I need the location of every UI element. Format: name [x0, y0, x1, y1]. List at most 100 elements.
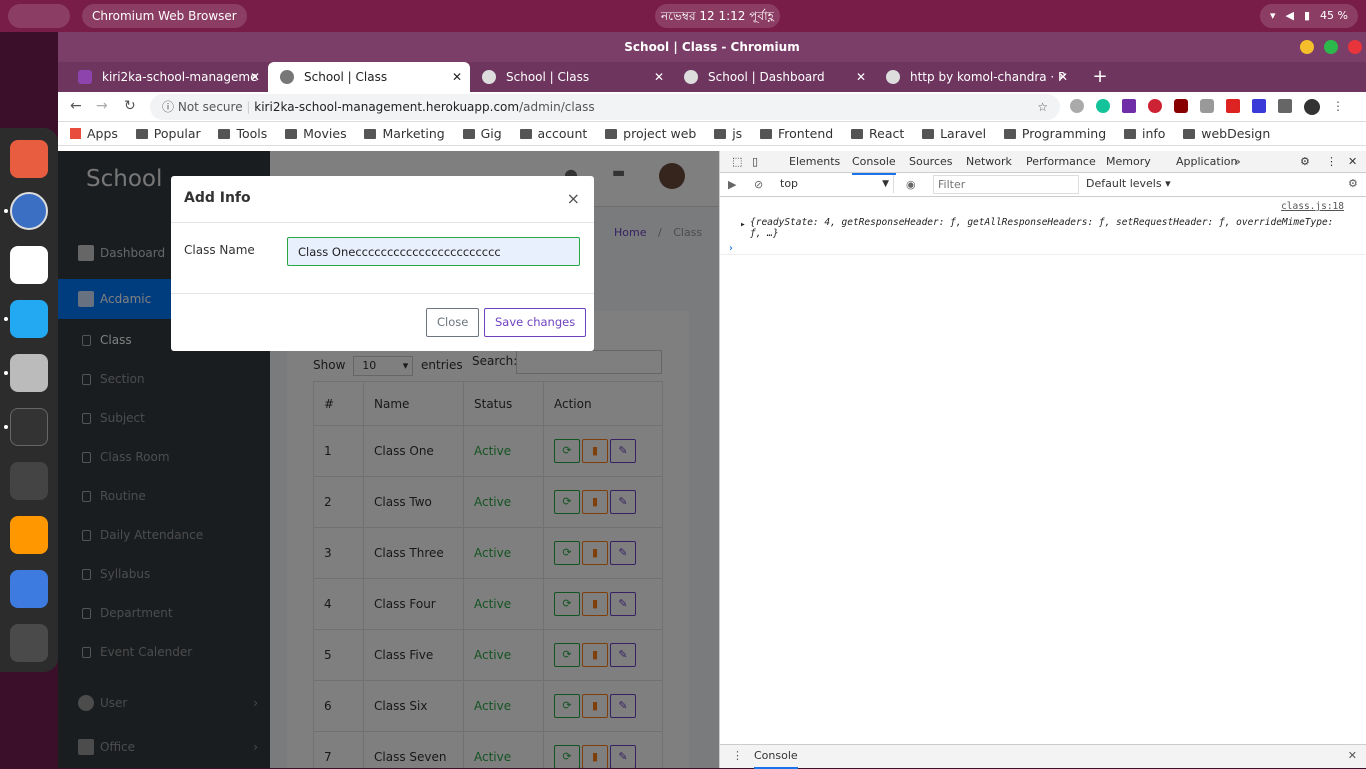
close-tab-icon[interactable]: ✕	[250, 62, 260, 92]
bookmark-folder[interactable]: Frontend	[760, 122, 833, 146]
browser-tab[interactable]: School | Class ✕	[470, 62, 672, 92]
tab-label: School | Class	[304, 70, 388, 84]
grammarly-icon[interactable]	[1096, 99, 1110, 113]
eyedropper-icon[interactable]	[1252, 99, 1266, 113]
tab-application[interactable]: Application	[1176, 151, 1237, 173]
tab-network[interactable]: Network	[966, 151, 1012, 173]
log-levels-dropdown[interactable]: Default levels ▾	[1086, 177, 1171, 190]
sublime-text-icon[interactable]	[10, 516, 48, 554]
forward-icon[interactable]: →	[96, 98, 108, 114]
tab-console[interactable]: Console	[852, 151, 896, 175]
bookmark-folder[interactable]: Laravel	[922, 122, 986, 146]
console-prompt-icon[interactable]: ›	[728, 243, 734, 254]
system-monitor-icon[interactable]	[10, 462, 48, 500]
app-grid-icon[interactable]	[10, 140, 48, 178]
console-toolbar: ▶ ⊘ top ▼ ◉ Default levels ▾ ⚙	[720, 173, 1366, 197]
clock[interactable]: নভেম্বর 12 1:12 পূর্বাহ্ণ	[655, 4, 780, 28]
bookmark-apps[interactable]: Apps	[70, 122, 118, 146]
bookmark-folder[interactable]: Programming	[1003, 122, 1106, 146]
browser-tab-active[interactable]: School | Class ✕	[268, 62, 470, 92]
bookmark-label: Tools	[236, 126, 268, 141]
close-window-button[interactable]	[1348, 40, 1362, 54]
profile-avatar[interactable]	[1304, 99, 1320, 115]
sidebar-toggle-icon[interactable]: ▶	[728, 178, 736, 191]
bookmark-folder[interactable]: Tools	[218, 122, 267, 146]
bookmark-label: js	[732, 126, 743, 141]
browser-tab[interactable]: kiri2ka-school-manageme ✕	[66, 62, 268, 92]
console-filter-input[interactable]	[933, 175, 1079, 194]
bookmark-folder[interactable]: Popular	[135, 122, 201, 146]
console-settings-icon[interactable]: ⚙	[1348, 177, 1358, 190]
expand-arrow-icon[interactable]: ▸	[740, 219, 746, 230]
menu-kebab-icon[interactable]: ⋮	[1332, 99, 1344, 115]
bookmark-folder[interactable]: Gig	[462, 122, 502, 146]
drawer-menu-icon[interactable]: ⋮	[732, 749, 743, 762]
text-editor-icon[interactable]	[10, 246, 48, 284]
context-selector[interactable]: top ▼	[774, 175, 894, 193]
running-indicator	[4, 425, 8, 429]
terminal-icon[interactable]	[10, 408, 48, 446]
bookmark-folder[interactable]: Movies	[285, 122, 347, 146]
info-icon[interactable]: ⓘ	[162, 100, 174, 114]
browser-tab[interactable]: http by komol-chandra · P ✕	[874, 62, 1076, 92]
bookmark-star-icon[interactable]: ☆	[1037, 94, 1048, 120]
clear-console-icon[interactable]: ⊘	[754, 178, 763, 191]
window-titlebar: School | Class - Chromium	[58, 32, 1366, 62]
files-icon[interactable]	[10, 354, 48, 392]
bookmark-folder[interactable]: React	[851, 122, 904, 146]
extension-icon[interactable]	[1226, 99, 1240, 113]
bookmark-folder[interactable]: project web	[605, 122, 696, 146]
close-icon[interactable]: ×	[567, 176, 580, 221]
extension-icon[interactable]	[1070, 99, 1084, 113]
folder-icon	[605, 129, 618, 139]
bookmark-folder[interactable]: Marketing	[364, 122, 445, 146]
tab-sources[interactable]: Sources	[909, 151, 953, 173]
tab-elements[interactable]: Elements	[789, 151, 840, 173]
extension-icon[interactable]	[1148, 99, 1162, 113]
extension-icon[interactable]	[1122, 99, 1136, 113]
inspect-icon[interactable]: ⬚	[732, 151, 742, 173]
browser-tab[interactable]: School | Dashboard ✕	[672, 62, 874, 92]
close-tab-icon[interactable]: ✕	[452, 62, 462, 92]
close-tab-icon[interactable]: ✕	[654, 62, 664, 92]
trash-icon[interactable]	[10, 624, 48, 662]
close-button[interactable]: Close	[426, 308, 480, 337]
vscode-icon[interactable]	[10, 300, 48, 338]
log-source-link[interactable]: class.js:18	[1281, 201, 1344, 212]
drawer-tab-console[interactable]: Console	[754, 745, 798, 769]
save-changes-button[interactable]: Save changes	[484, 308, 587, 337]
device-toolbar-icon[interactable]: ▯	[752, 151, 758, 173]
new-tab-button[interactable]: +	[1082, 62, 1118, 92]
system-tray[interactable]: ▾ ◀ ▮ 45 %	[1259, 4, 1358, 28]
ublock-icon[interactable]	[1174, 99, 1188, 113]
address-bar[interactable]: ⓘ Not secure | kiri2ka-school-management…	[150, 94, 1060, 120]
chromium-icon[interactable]	[10, 192, 48, 230]
close-tab-icon[interactable]: ✕	[1058, 62, 1068, 92]
camera-icon[interactable]	[1200, 99, 1214, 113]
minimize-button[interactable]	[1300, 40, 1314, 54]
close-devtools-icon[interactable]: ✕	[1348, 151, 1357, 173]
close-tab-icon[interactable]: ✕	[856, 62, 866, 92]
more-tabs-icon[interactable]: »	[1234, 151, 1241, 173]
bookmark-folder[interactable]: info	[1123, 122, 1165, 146]
eye-icon[interactable]: ◉	[906, 178, 916, 191]
close-drawer-icon[interactable]: ✕	[1348, 749, 1357, 762]
bookmark-folder[interactable]: js	[714, 122, 742, 146]
bookmark-label: Laravel	[940, 126, 987, 141]
active-app-label[interactable]: Chromium Web Browser	[82, 4, 247, 28]
bookmark-folder[interactable]: webDesign	[1183, 122, 1270, 146]
reload-icon[interactable]: ↻	[124, 98, 136, 114]
tab-memory[interactable]: Memory	[1106, 151, 1151, 173]
puzzle-icon[interactable]	[1278, 99, 1292, 113]
maximize-button[interactable]	[1324, 40, 1338, 54]
back-icon[interactable]: ←	[70, 98, 82, 114]
bookmark-folder[interactable]: account	[519, 122, 587, 146]
log-object[interactable]: {readyState: 4, getResponseHeader: ƒ, ge…	[750, 217, 1350, 239]
tab-performance[interactable]: Performance	[1026, 151, 1096, 173]
class-name-input[interactable]	[287, 237, 580, 266]
devtools-menu-icon[interactable]: ⋮	[1326, 151, 1337, 173]
screenshot-icon[interactable]	[10, 570, 48, 608]
settings-gear-icon[interactable]: ⚙	[1300, 151, 1310, 173]
battery-icon: ▮	[1303, 9, 1311, 22]
activities-button[interactable]	[8, 4, 70, 28]
